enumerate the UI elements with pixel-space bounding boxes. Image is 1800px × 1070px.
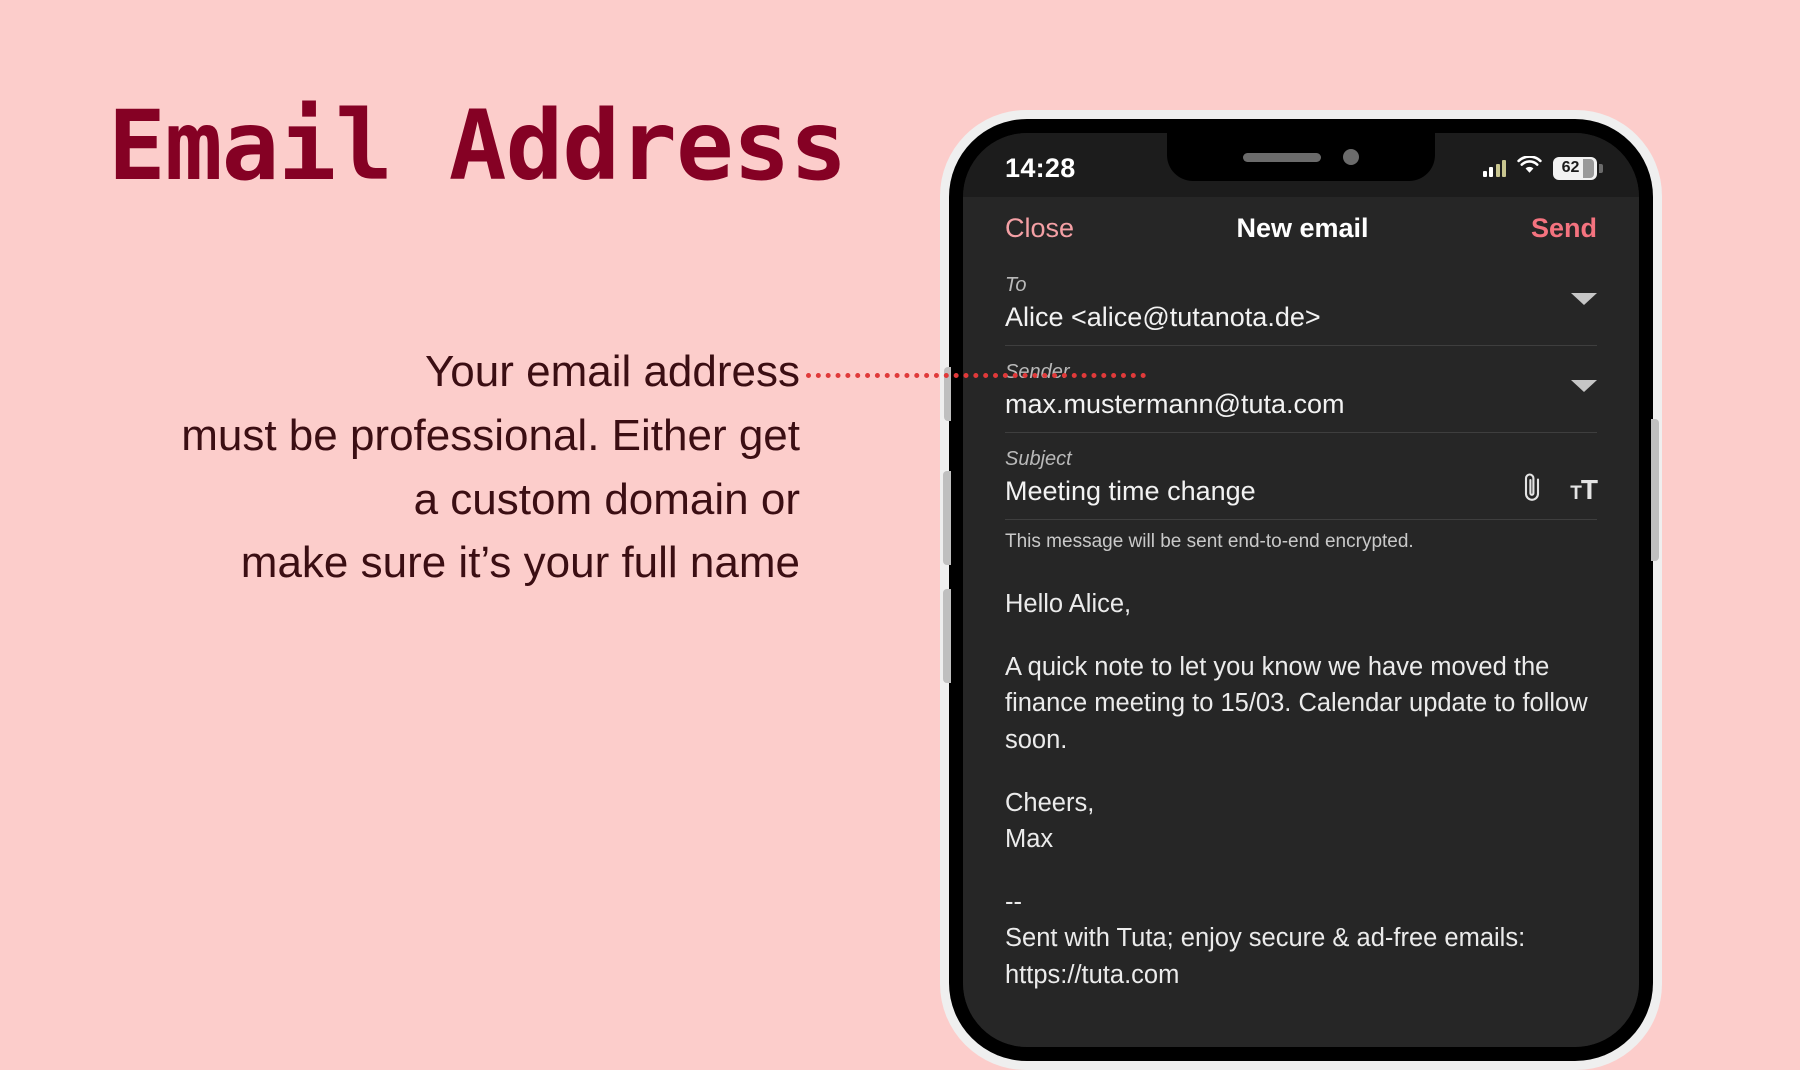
dotted-leader-line	[806, 373, 1146, 379]
compose-fields: To Alice <alice@tutanota.de> Sender max.…	[963, 259, 1639, 556]
send-button[interactable]: Send	[1531, 213, 1597, 244]
body-signature: -- Sent with Tuta; enjoy secure & ad-fre…	[1005, 888, 1526, 989]
status-icons: 62	[1482, 155, 1603, 180]
mail-body[interactable]: Hello Alice, A quick note to let you kno…	[963, 556, 1639, 1047]
chevron-down-icon[interactable]	[1571, 293, 1597, 305]
to-field-value: Alice <alice@tutanota.de>	[1005, 302, 1321, 332]
paperclip-icon[interactable]	[1521, 471, 1544, 508]
volume-down-button[interactable]	[943, 589, 951, 683]
close-button[interactable]: Close	[1005, 213, 1074, 244]
status-bar: 14:28 62	[963, 133, 1639, 197]
volume-up-button[interactable]	[943, 471, 951, 565]
recipient-to-field[interactable]: To Alice <alice@tutanota.de>	[1005, 259, 1597, 346]
app-header: Close New email Send	[963, 197, 1639, 259]
phone-notch	[1167, 133, 1435, 181]
subject-toolbar: TT	[1521, 471, 1598, 508]
font-size-small-glyph: T	[1570, 482, 1582, 504]
front-camera-icon	[1343, 149, 1359, 165]
font-size-large-glyph: T	[1580, 473, 1598, 505]
power-button[interactable]	[1651, 419, 1659, 561]
speaker-grille-icon	[1243, 152, 1321, 162]
cellular-signal-icon	[1482, 159, 1506, 177]
phone-bezel: 14:28 62 Close New email Send To Alice <…	[943, 119, 1659, 1061]
battery-icon: 62	[1553, 156, 1603, 180]
body-paragraph: Cheers, Max	[1005, 788, 1095, 854]
caption-line: make sure it’s your full name	[240, 538, 800, 588]
page-title: Email Address	[108, 90, 847, 202]
chevron-down-icon[interactable]	[1571, 380, 1597, 392]
wifi-icon	[1517, 155, 1542, 180]
caption-line: a custom domain or	[413, 474, 800, 524]
battery-tip	[1599, 163, 1603, 173]
caption-text: Your email address must be professional.…	[60, 340, 800, 595]
phone-screen: 14:28 62 Close New email Send To Alice <…	[963, 133, 1639, 1047]
battery-percent-label: 62	[1561, 159, 1580, 176]
phone-mockup: 14:28 62 Close New email Send To Alice <…	[940, 110, 1662, 1070]
body-paragraph: A quick note to let you know we have mov…	[1005, 653, 1588, 754]
subject-field-value: Meeting time change	[1005, 476, 1256, 506]
subject-field[interactable]: Subject Meeting time change TT	[1005, 433, 1598, 520]
to-field-label: To	[1005, 274, 1027, 296]
font-size-icon[interactable]: TT	[1570, 473, 1598, 505]
subject-field-label: Subject	[1005, 448, 1072, 470]
body-paragraph: Hello Alice,	[1005, 590, 1132, 618]
encryption-note: This message will be sent end-to-end enc…	[1005, 531, 1414, 552]
caption-line: must be professional. Either get	[181, 410, 800, 460]
sender-field[interactable]: Sender max.mustermann@tuta.com	[1005, 346, 1597, 433]
app-title: New email	[1236, 212, 1369, 243]
caption-line: Your email address	[424, 347, 800, 396]
status-time: 14:28	[1005, 152, 1076, 183]
sender-field-value: max.mustermann@tuta.com	[1005, 389, 1345, 419]
